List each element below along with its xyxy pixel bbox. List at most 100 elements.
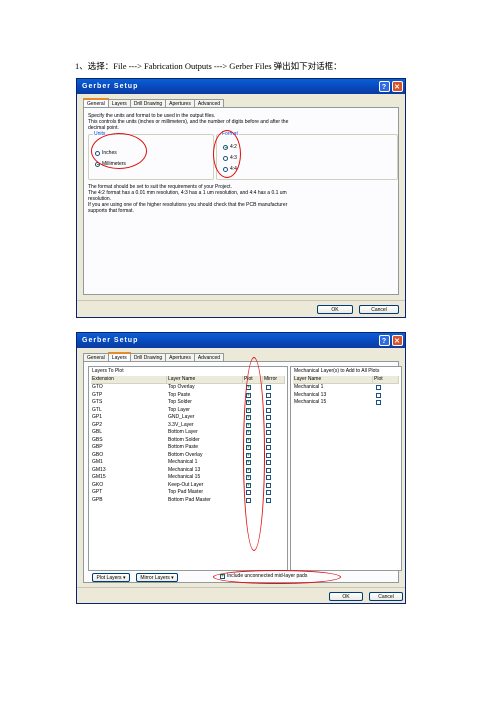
table-row[interactable]: GP1 GND_Layer: [92, 414, 286, 421]
mech-layer-name: Mechanical 1: [294, 384, 324, 390]
list-item[interactable]: Mechanical 15: [294, 399, 381, 406]
mirror-checkbox[interactable]: [266, 415, 271, 420]
mech-plot-checkbox[interactable]: [376, 392, 381, 398]
table-row[interactable]: GPT Top Pad Master: [92, 489, 286, 496]
help-icon[interactable]: ?: [379, 335, 390, 346]
plot-checkbox[interactable]: [246, 414, 251, 421]
col-extension[interactable]: Extension: [91, 376, 167, 383]
tab-general[interactable]: General: [83, 353, 109, 361]
mirror-checkbox[interactable]: [266, 422, 271, 428]
tab-apertures[interactable]: Apertures: [165, 353, 195, 361]
table-row[interactable]: GTP Top Paste: [92, 392, 286, 399]
plot-checkbox[interactable]: [246, 490, 251, 495]
mirror-checkbox[interactable]: [266, 392, 271, 398]
radio-format-44[interactable]: 4:4: [223, 166, 237, 172]
radio-format-42[interactable]: 4:2: [223, 144, 237, 150]
table-row[interactable]: GBS Bottom Solder: [92, 437, 286, 444]
mirror-checkbox[interactable]: [266, 475, 271, 480]
radio-inches[interactable]: Inches: [95, 150, 117, 156]
plot-checkbox[interactable]: [246, 392, 251, 399]
table-row[interactable]: GPB Bottom Pad Master: [92, 497, 286, 504]
plot-checkbox[interactable]: [246, 474, 251, 481]
table-row[interactable]: GM13 Mechanical 13: [92, 467, 286, 474]
ok-button[interactable]: OK: [329, 592, 363, 601]
mirror-checkbox[interactable]: [266, 407, 271, 413]
radio-millimeters-button[interactable]: [95, 161, 100, 167]
mirror-checkbox[interactable]: [266, 490, 271, 495]
table-row[interactable]: GKO Keep-Out Layer: [92, 482, 286, 489]
mirror-checkbox[interactable]: [266, 467, 271, 473]
mirror-checkbox[interactable]: [266, 460, 271, 465]
col-plot[interactable]: Plot: [243, 376, 263, 383]
plot-layers-button[interactable]: Plot Layers ▾: [92, 573, 130, 582]
col-mech-layer-name[interactable]: Layer Name: [293, 376, 373, 383]
table-row[interactable]: GM15 Mechanical 15: [92, 474, 286, 481]
radio-millimeters-label: Millimeters: [102, 161, 126, 167]
table-row[interactable]: GM1 Mechanical 1: [92, 459, 286, 466]
tab-apertures[interactable]: Apertures: [165, 99, 195, 107]
plot-checkbox[interactable]: [246, 467, 251, 474]
col-layer-name[interactable]: Layer Name: [167, 376, 243, 383]
plot-checkbox[interactable]: [246, 459, 251, 466]
plot-checkbox[interactable]: [246, 444, 251, 451]
tab-advanced[interactable]: Advanced: [193, 353, 225, 361]
tab-drill-drawing[interactable]: Drill Drawing: [129, 99, 167, 107]
mirror-checkbox[interactable]: [266, 482, 271, 488]
radio-format-42-button[interactable]: [223, 144, 228, 150]
mirror-checkbox[interactable]: [266, 497, 271, 503]
mech-plot-checkbox[interactable]: [376, 400, 381, 405]
table-row[interactable]: GBO Bottom Overlay: [92, 452, 286, 459]
table-row[interactable]: GTO Top Overlay: [92, 384, 286, 391]
help-icon[interactable]: ?: [379, 81, 390, 92]
radio-format-43[interactable]: 4:3: [223, 155, 237, 161]
radio-inches-button[interactable]: [95, 150, 100, 156]
include-unconnected-checkbox-row[interactable]: Include unconnected mid-layer pads: [220, 573, 307, 580]
mirror-checkbox[interactable]: [266, 445, 271, 450]
table-row[interactable]: GTS Top Solder: [92, 399, 286, 406]
footer-separator: [77, 587, 405, 588]
plot-checkbox[interactable]: [246, 437, 251, 444]
tab-layers[interactable]: Layers: [107, 352, 131, 361]
col-mech-plot[interactable]: Plot: [373, 376, 399, 383]
mechanical-layers-frame: Mechanical Layer(s) to Add to All Plots …: [290, 366, 402, 571]
radio-format-43-button[interactable]: [223, 155, 228, 161]
table-row[interactable]: GP2 3.3V_Layer: [92, 422, 286, 429]
close-icon[interactable]: ✕: [392, 335, 403, 346]
radio-format-44-button[interactable]: [223, 166, 228, 172]
plot-checkbox[interactable]: [246, 452, 251, 459]
layers-panel: Layers To Plot Extension Layer Name Plot…: [83, 361, 402, 583]
cancel-button[interactable]: Cancel: [359, 305, 399, 314]
plot-checkbox[interactable]: [246, 482, 251, 489]
tab-layers[interactable]: Layers: [107, 99, 131, 107]
mirror-checkbox[interactable]: [266, 452, 271, 458]
tab-general[interactable]: General: [83, 98, 109, 107]
plot-checkbox[interactable]: [246, 429, 251, 436]
col-mirror[interactable]: Mirror: [263, 376, 285, 383]
tab-advanced[interactable]: Advanced: [193, 99, 225, 107]
layer-name: Top Paste: [168, 391, 191, 398]
plot-checkbox[interactable]: [246, 384, 251, 391]
layer-name: 3.3V_Layer: [168, 421, 194, 428]
layer-name: Top Solder: [168, 399, 192, 405]
radio-millimeters[interactable]: Millimeters: [95, 161, 126, 167]
cancel-button[interactable]: Cancel: [369, 592, 403, 601]
mirror-layers-button[interactable]: Mirror Layers ▾: [136, 573, 178, 582]
plot-checkbox[interactable]: [246, 407, 251, 414]
plot-checkbox[interactable]: [246, 399, 251, 406]
mirror-checkbox[interactable]: [266, 430, 271, 435]
mech-plot-checkbox[interactable]: [376, 385, 381, 390]
table-row[interactable]: GBP Bottom Paste: [92, 444, 286, 451]
plot-checkbox[interactable]: [246, 497, 251, 503]
ok-button[interactable]: OK: [317, 305, 353, 314]
mirror-checkbox[interactable]: [266, 400, 271, 405]
tab-drill-drawing[interactable]: Drill Drawing: [129, 353, 167, 361]
mirror-checkbox[interactable]: [266, 437, 271, 443]
plot-checkbox[interactable]: [246, 422, 251, 429]
mirror-checkbox[interactable]: [266, 385, 271, 390]
list-item[interactable]: Mechanical 13: [294, 392, 381, 399]
close-icon[interactable]: ✕: [392, 81, 403, 92]
list-item[interactable]: Mechanical 1: [294, 384, 381, 391]
table-row[interactable]: GTL Top Layer: [92, 407, 286, 414]
table-row[interactable]: GBL Bottom Layer: [92, 429, 286, 436]
include-unconnected-checkbox[interactable]: [220, 573, 225, 580]
